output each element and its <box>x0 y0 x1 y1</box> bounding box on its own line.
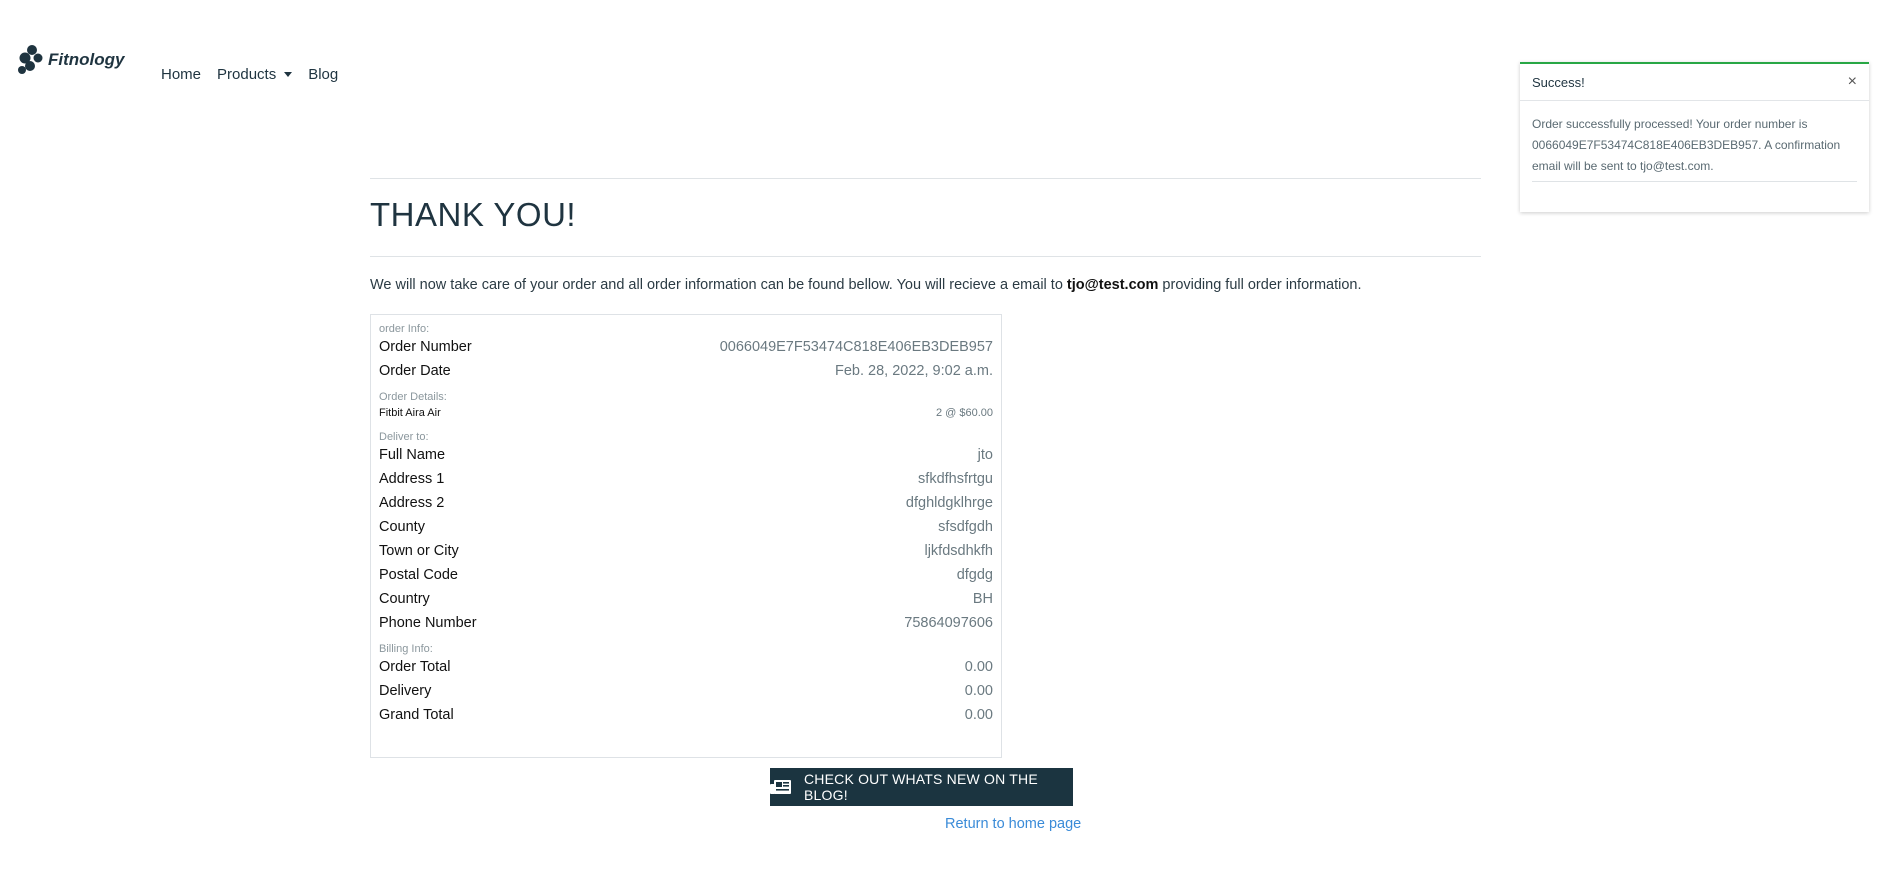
info-label: Town or City <box>379 543 459 559</box>
toast-message: Order successfully processed! Your order… <box>1520 101 1869 177</box>
info-value: jto <box>977 447 993 463</box>
nav-home[interactable]: Home <box>161 66 201 83</box>
info-value: 0.00 <box>964 683 993 699</box>
intro-email: tjo@test.com <box>1066 277 1159 293</box>
section-heading-billing-info: Billing Info: <box>379 643 433 655</box>
logo-icon <box>18 45 43 74</box>
info-value: dfgdg <box>956 567 993 583</box>
newspaper-icon <box>770 779 792 795</box>
toast-title: Success! <box>1532 74 1585 90</box>
order-date-value: Feb. 28, 2022, 9:02 a.m. <box>835 363 993 379</box>
info-row: Full Name jto <box>379 443 993 467</box>
page-title: THANK YOU! <box>370 196 577 233</box>
return-home-link[interactable]: Return to home page <box>945 816 1081 832</box>
billing-rows: Order Total 0.00 Delivery 0.00 Grand Total 0.… <box>379 655 993 727</box>
info-value: 0.00 <box>964 707 993 723</box>
info-row: Order Total 0.00 <box>379 655 993 679</box>
info-label: County <box>379 519 425 535</box>
toast-header: Success! × <box>1520 64 1869 101</box>
info-value: ljkfdsdhkfh <box>924 543 993 559</box>
brand-name: Fitnology <box>48 50 125 69</box>
toast-message-line: email will be sent to tjo@test.com. <box>1532 159 1714 173</box>
order-number-row: Order Number 0066049E7F53474C818E406EB3D… <box>379 335 993 359</box>
order-item-row: Fitbit Aira Air 2 @ $60.00 <box>379 403 993 423</box>
info-label: Grand Total <box>379 707 454 723</box>
toast-message-line: 0066049E7F53474C818E406EB3DEB957. A conf… <box>1532 138 1841 152</box>
success-toast: Success! × Order successfully processed!… <box>1520 62 1869 212</box>
item-name: Fitbit Aira Air <box>379 407 441 419</box>
brand[interactable]: Fitnology <box>17 44 124 76</box>
info-label: Phone Number <box>379 615 477 631</box>
nav-blog[interactable]: Blog <box>308 66 338 83</box>
nav-products-dropdown[interactable]: Products <box>217 66 293 83</box>
info-value: sfsdfgdh <box>938 519 993 535</box>
info-row: Phone Number 75864097606 <box>379 611 993 635</box>
info-value: sfkdfhsfrtgu <box>918 471 993 487</box>
delivery-rows: Full Name jto Address 1 sfkdfhsfrtgu Address… <box>379 443 993 635</box>
blog-button-label: CHECK OUT WHATS NEW ON THE BLOG! <box>804 771 1038 803</box>
section-heading-deliver-to: Deliver to: <box>379 431 429 443</box>
info-label: Postal Code <box>379 567 458 583</box>
intro-text: We will now take care of your order and … <box>370 277 1362 293</box>
info-label: Address 2 <box>379 495 445 511</box>
main-nav: Home Products Blog <box>161 66 354 83</box>
order-date-row: Order Date Feb. 28, 2022, 9:02 a.m. <box>379 359 993 383</box>
info-label: Address 1 <box>379 471 445 487</box>
close-icon[interactable]: × <box>1848 73 1857 91</box>
info-label: Country <box>379 591 430 607</box>
info-row: Grand Total 0.00 <box>379 703 993 727</box>
info-row: Address 1 sfkdfhsfrtgu <box>379 467 993 491</box>
info-row: Town or City ljkfdsdhkfh <box>379 539 993 563</box>
info-row: County sfsdfgdh <box>379 515 993 539</box>
info-label: Delivery <box>379 683 432 699</box>
intro-before: We will now take care of your order and … <box>370 277 1067 293</box>
toast-divider <box>1532 181 1857 182</box>
divider <box>370 178 1481 179</box>
order-summary: order Info: Order Number 0066049E7F53474… <box>370 314 1002 758</box>
intro-after: providing full order information. <box>1158 277 1362 293</box>
item-quantity-price: 2 @ $60.00 <box>935 407 993 419</box>
info-label: Full Name <box>379 447 446 463</box>
blog-button[interactable]: CHECK OUT WHATS NEW ON THE BLOG! <box>770 768 1073 806</box>
order-date-label: Order Date <box>379 363 451 379</box>
section-heading-order-info: order Info: <box>379 323 430 335</box>
info-value: BH <box>972 591 993 607</box>
section-heading-order-details: Order Details: <box>379 391 447 403</box>
info-value: 0.00 <box>964 659 993 675</box>
order-number-value: 0066049E7F53474C818E406EB3DEB957 <box>719 339 993 355</box>
toast-message-line: Order successfully processed! Your order… <box>1532 117 1808 131</box>
info-row: Country BH <box>379 587 993 611</box>
info-label: Order Total <box>379 659 451 675</box>
caret-down-icon <box>284 71 293 77</box>
order-number-label: Order Number <box>379 339 472 355</box>
divider <box>370 256 1481 257</box>
info-value: dfghldgklhrge <box>905 495 993 511</box>
info-row: Postal Code dfgdg <box>379 563 993 587</box>
info-row: Address 2 dfghldgklhrge <box>379 491 993 515</box>
info-value: 75864097606 <box>904 615 993 631</box>
nav-products-label: Products <box>217 66 277 83</box>
info-row: Delivery 0.00 <box>379 679 993 703</box>
